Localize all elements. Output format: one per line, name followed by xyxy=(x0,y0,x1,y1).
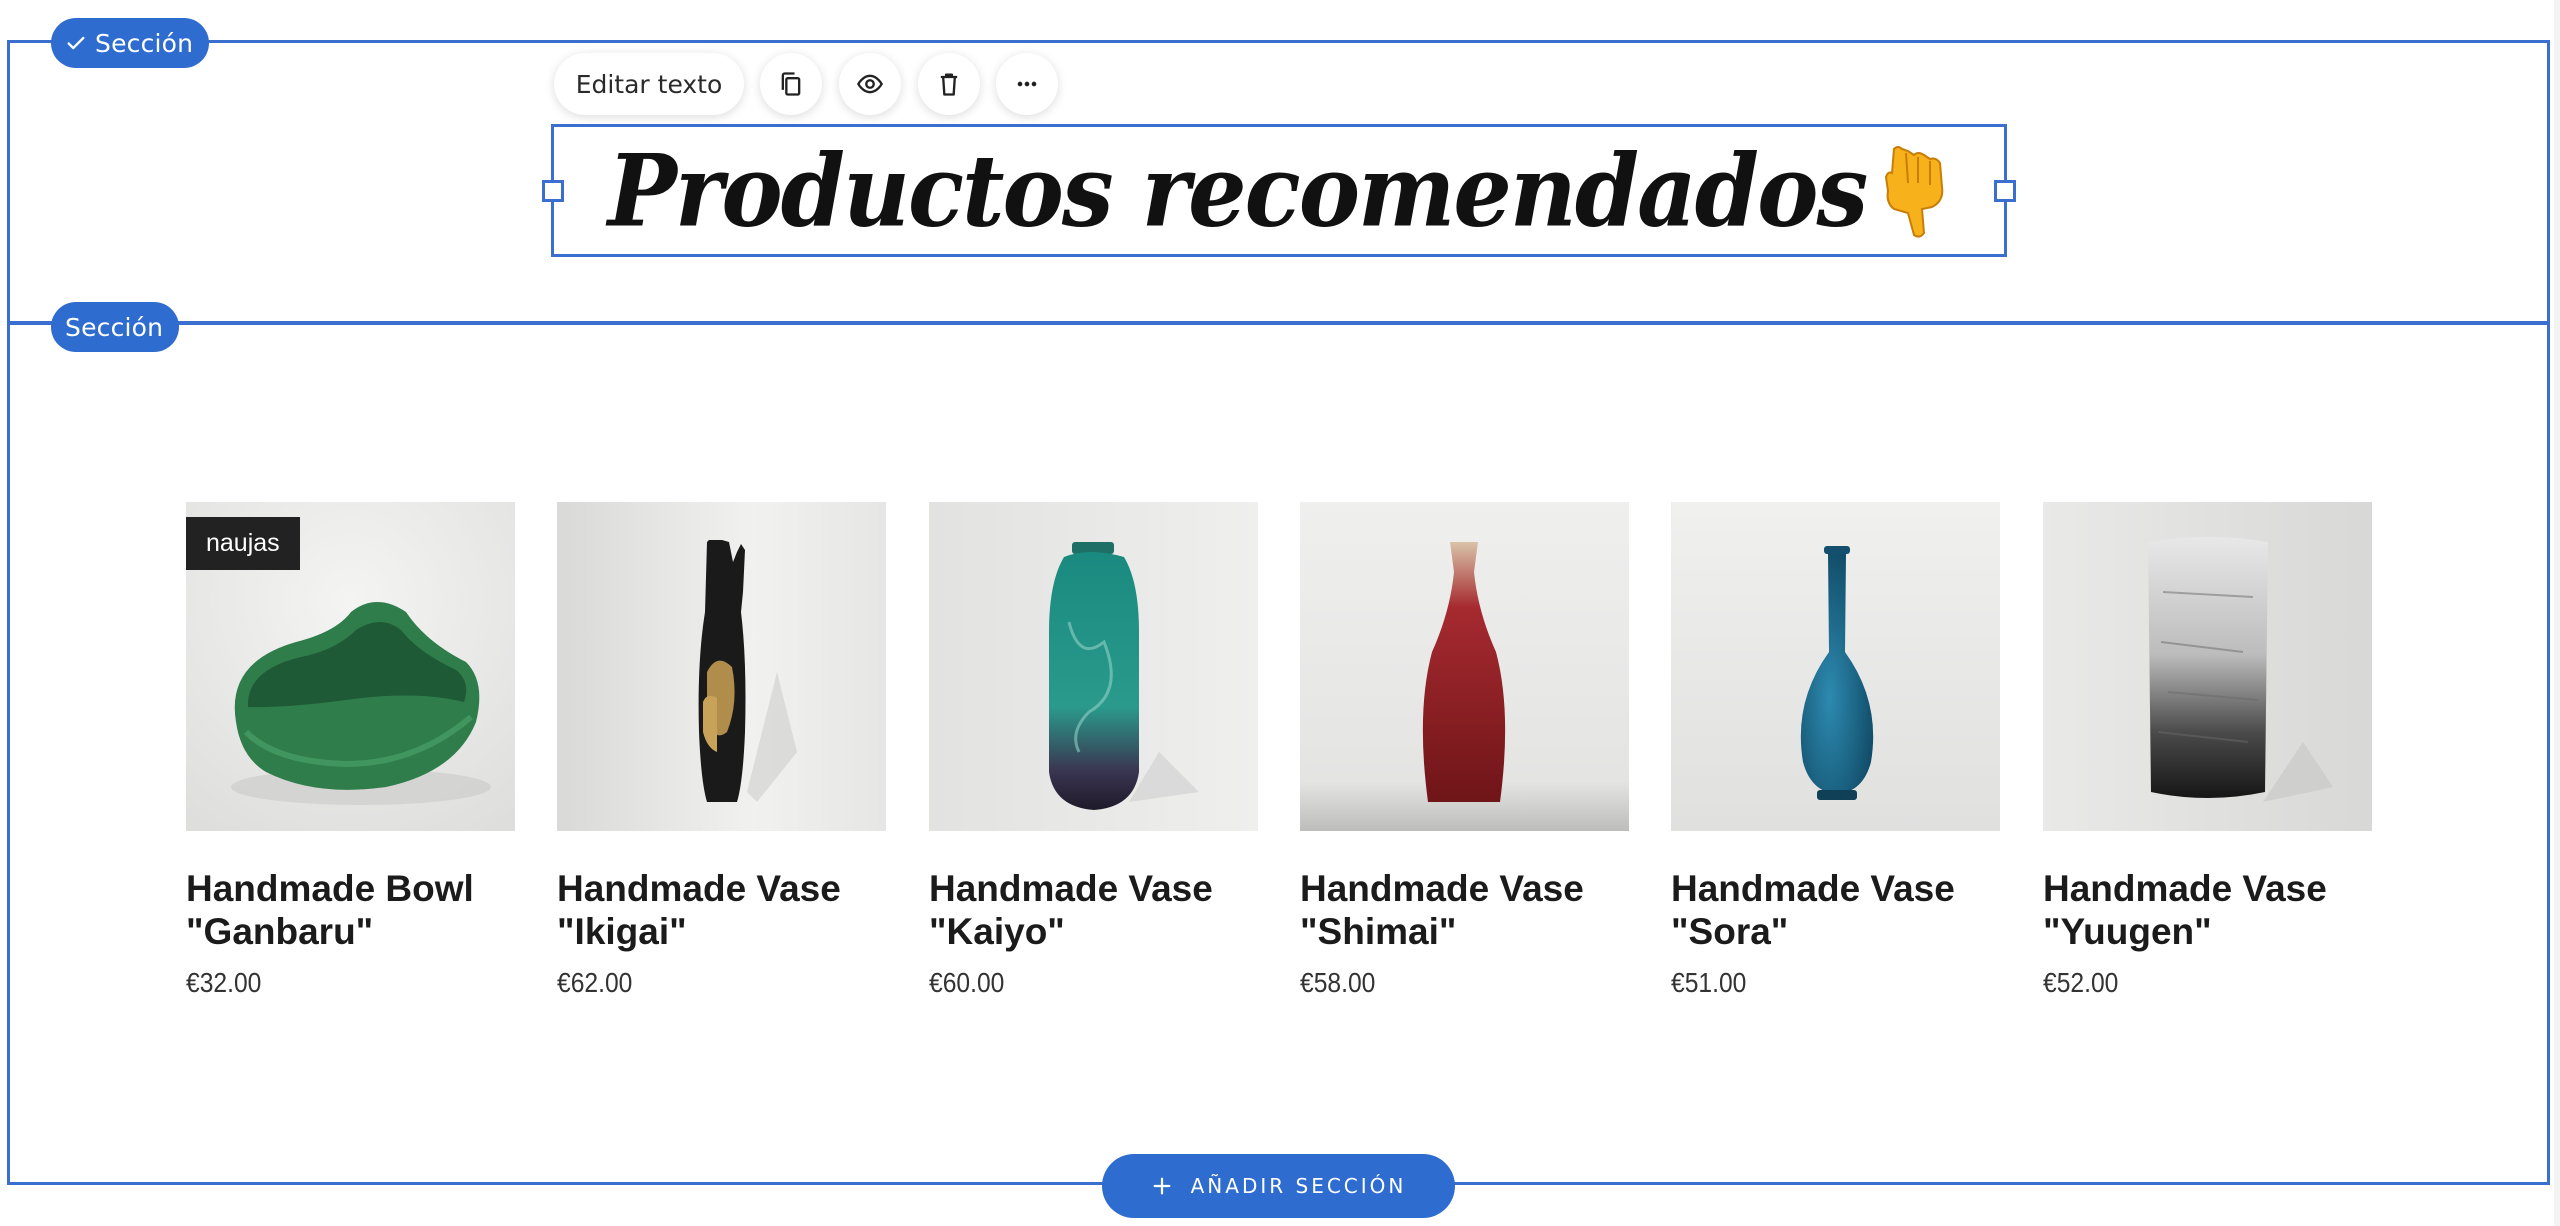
add-section-label: AÑADIR SECCIÓN xyxy=(1190,1174,1407,1198)
section-badge-selected[interactable]: Sección xyxy=(51,18,210,68)
resize-handle-right[interactable] xyxy=(1994,179,2016,202)
new-badge: naujas xyxy=(186,517,300,570)
product-price: €60.00 xyxy=(929,967,1005,998)
section-badge-label: Sección xyxy=(95,28,194,58)
check-icon xyxy=(67,36,85,50)
plus-icon xyxy=(1153,1177,1171,1195)
product-name[interactable]: Handmade Vase "Kaiyo" xyxy=(929,867,1258,953)
product-name[interactable]: Handmade Vase "Shimai" xyxy=(1300,867,1629,953)
product-image[interactable]: naujas xyxy=(186,502,515,831)
product-image[interactable] xyxy=(929,502,1258,831)
product-image[interactable] xyxy=(1671,502,2000,831)
product-name[interactable]: Handmade Vase "Sora" xyxy=(1671,867,2000,953)
product-price: €62.00 xyxy=(557,967,633,998)
add-section-button[interactable]: AÑADIR SECCIÓN xyxy=(1102,1154,1455,1218)
teal-vase-image xyxy=(929,502,1258,831)
resize-handle-left[interactable] xyxy=(542,179,564,202)
eye-icon xyxy=(857,74,883,94)
edit-text-button[interactable]: Editar texto xyxy=(554,53,744,115)
black-gold-vase-image xyxy=(557,502,886,831)
scrollbar-track[interactable] xyxy=(2554,0,2560,1226)
product-card[interactable]: Handmade Vase "Ikigai" €62.00 xyxy=(557,502,886,999)
product-card[interactable]: naujas Handmade Bowl "Ganbaru" €32.00 xyxy=(186,502,515,999)
product-name[interactable]: Handmade Vase "Ikigai" xyxy=(557,867,886,953)
trash-icon xyxy=(940,73,958,96)
page-title: Productos recomendados xyxy=(607,132,1869,249)
product-image[interactable] xyxy=(1300,502,1629,831)
product-image[interactable] xyxy=(557,502,886,831)
product-card[interactable]: Handmade Vase "Kaiyo" €60.00 xyxy=(929,502,1258,999)
product-price: €51.00 xyxy=(1671,967,1747,998)
more-icon xyxy=(1017,81,1037,87)
visibility-button[interactable] xyxy=(839,53,901,115)
product-price: €32.00 xyxy=(186,967,262,998)
pointing-down-icon xyxy=(1885,145,1944,238)
section-badge[interactable]: Sección xyxy=(51,302,180,352)
delete-button[interactable] xyxy=(918,53,980,115)
section-badge-label: Sección xyxy=(65,312,164,342)
product-name[interactable]: Handmade Bowl "Ganbaru" xyxy=(186,867,515,953)
blue-vase-image xyxy=(1671,502,2000,831)
product-image[interactable] xyxy=(2043,502,2372,831)
product-card[interactable]: Handmade Vase "Shimai" €58.00 xyxy=(1300,502,1629,999)
red-vase-image xyxy=(1300,502,1629,831)
edit-text-label: Editar texto xyxy=(575,69,723,99)
duplicate-button[interactable] xyxy=(760,53,822,115)
more-options-button[interactable] xyxy=(996,53,1058,115)
product-name[interactable]: Handmade Vase "Yuugen" xyxy=(2043,867,2372,953)
product-price: €58.00 xyxy=(1300,967,1376,998)
heading-text-block[interactable]: Productos recomendados xyxy=(542,124,2016,257)
copy-icon xyxy=(781,72,801,96)
product-price: €52.00 xyxy=(2043,967,2119,998)
product-card[interactable]: Handmade Vase "Yuugen" €52.00 xyxy=(2043,502,2372,999)
product-card[interactable]: Handmade Vase "Sora" €51.00 xyxy=(1671,502,2000,999)
white-black-vase-image xyxy=(2043,502,2372,831)
